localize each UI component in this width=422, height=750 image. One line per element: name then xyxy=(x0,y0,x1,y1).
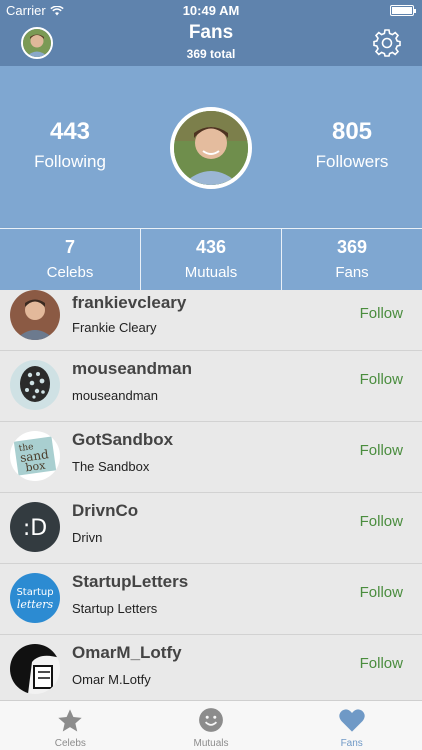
mutuals-count: 436 xyxy=(195,237,227,257)
star-icon xyxy=(58,709,82,732)
status-bar: Carrier 10:49 AM xyxy=(0,0,422,20)
fans-count: 369 xyxy=(336,237,368,257)
tab-fans[interactable]: Fans xyxy=(281,701,422,750)
gear-icon[interactable] xyxy=(372,28,402,58)
username: mouseandman xyxy=(72,359,192,378)
startup-logo-line2: letters xyxy=(17,598,54,611)
list-item[interactable]: Startup letters StartupLetters Startup L… xyxy=(0,564,422,635)
display-name: The Sandbox xyxy=(72,459,150,474)
tab-label: Fans xyxy=(340,738,363,749)
follow-button[interactable]: Follow xyxy=(360,584,403,601)
heart-icon xyxy=(338,709,365,732)
status-time: 10:49 AM xyxy=(182,3,240,18)
drivn-logo-mark: :D xyxy=(23,516,47,541)
follow-button[interactable]: Follow xyxy=(360,655,403,672)
display-name: mouseandman xyxy=(72,388,158,403)
battery-icon xyxy=(390,5,416,16)
smiley-icon xyxy=(199,708,223,732)
profile-header: 443 Following 805 Followers xyxy=(0,66,422,228)
following-stat[interactable]: 443 Following xyxy=(0,118,140,172)
segment-fans[interactable]: 369 Fans xyxy=(282,229,422,290)
username: DrivnCo xyxy=(72,501,139,520)
mutuals-label: Mutuals xyxy=(184,264,238,281)
tab-label: Mutuals xyxy=(193,738,229,749)
avatar[interactable]: Startup letters xyxy=(10,573,60,623)
avatar[interactable] xyxy=(10,644,60,694)
follow-button[interactable]: Follow xyxy=(360,442,403,459)
startup-logo-line1: Startup xyxy=(16,587,53,598)
avatar[interactable] xyxy=(10,360,60,410)
follow-button[interactable]: Follow xyxy=(360,305,403,322)
following-label: Following xyxy=(34,152,106,171)
segment-celebs[interactable]: 7 Celebs xyxy=(0,229,141,290)
tab-bar: Celebs Mutuals Fans xyxy=(0,700,422,750)
tab-celebs[interactable]: Celebs xyxy=(0,701,141,750)
username: frankievcleary xyxy=(72,293,187,312)
page-title: Fans xyxy=(188,22,234,43)
fans-label: Fans xyxy=(335,264,369,281)
followers-stat[interactable]: 805 Followers xyxy=(282,118,422,172)
stats-segment: 7 Celebs 436 Mutuals 369 Fans xyxy=(0,228,422,290)
followers-label: Followers xyxy=(315,152,389,171)
avatar[interactable] xyxy=(10,290,60,340)
total-count: 369 total xyxy=(186,47,236,61)
display-name: Drivn xyxy=(72,530,103,545)
followers-count: 805 xyxy=(331,118,373,145)
username: GotSandbox xyxy=(72,430,174,449)
list-item[interactable]: the sand box GotSandbox The Sandbox Foll… xyxy=(0,422,422,493)
avatar[interactable]: :D xyxy=(10,502,60,552)
following-count: 443 xyxy=(49,118,91,145)
celebs-count: 7 xyxy=(64,237,75,257)
segment-mutuals[interactable]: 436 Mutuals xyxy=(141,229,282,290)
username: StartupLetters xyxy=(72,572,189,591)
display-name: Omar M.Lotfy xyxy=(72,672,151,687)
list-item[interactable]: frankievcleary Frankie Cleary Follow xyxy=(0,290,422,351)
profile-photo[interactable] xyxy=(170,107,252,189)
list-item[interactable]: OmarM_Lotfy Omar M.Lotfy Follow xyxy=(0,635,422,700)
tab-mutuals[interactable]: Mutuals xyxy=(141,701,282,750)
follow-button[interactable]: Follow xyxy=(360,513,403,530)
fans-list[interactable]: frankievcleary Frankie Cleary Follow mou… xyxy=(0,290,422,700)
display-name: Frankie Cleary xyxy=(72,320,157,335)
username: OmarM_Lotfy xyxy=(72,643,182,662)
display-name: Startup Letters xyxy=(72,601,158,616)
follow-button[interactable]: Follow xyxy=(360,371,403,388)
avatar[interactable]: the sand box xyxy=(10,431,60,481)
list-item[interactable]: :D DrivnCo Drivn Follow xyxy=(0,493,422,564)
celebs-label: Celebs xyxy=(46,264,94,281)
navigation-bar: Carrier 10:49 AM Fans 369 total xyxy=(0,0,422,66)
tab-label: Celebs xyxy=(54,738,86,749)
list-item[interactable]: mouseandman mouseandman Follow xyxy=(0,351,422,422)
